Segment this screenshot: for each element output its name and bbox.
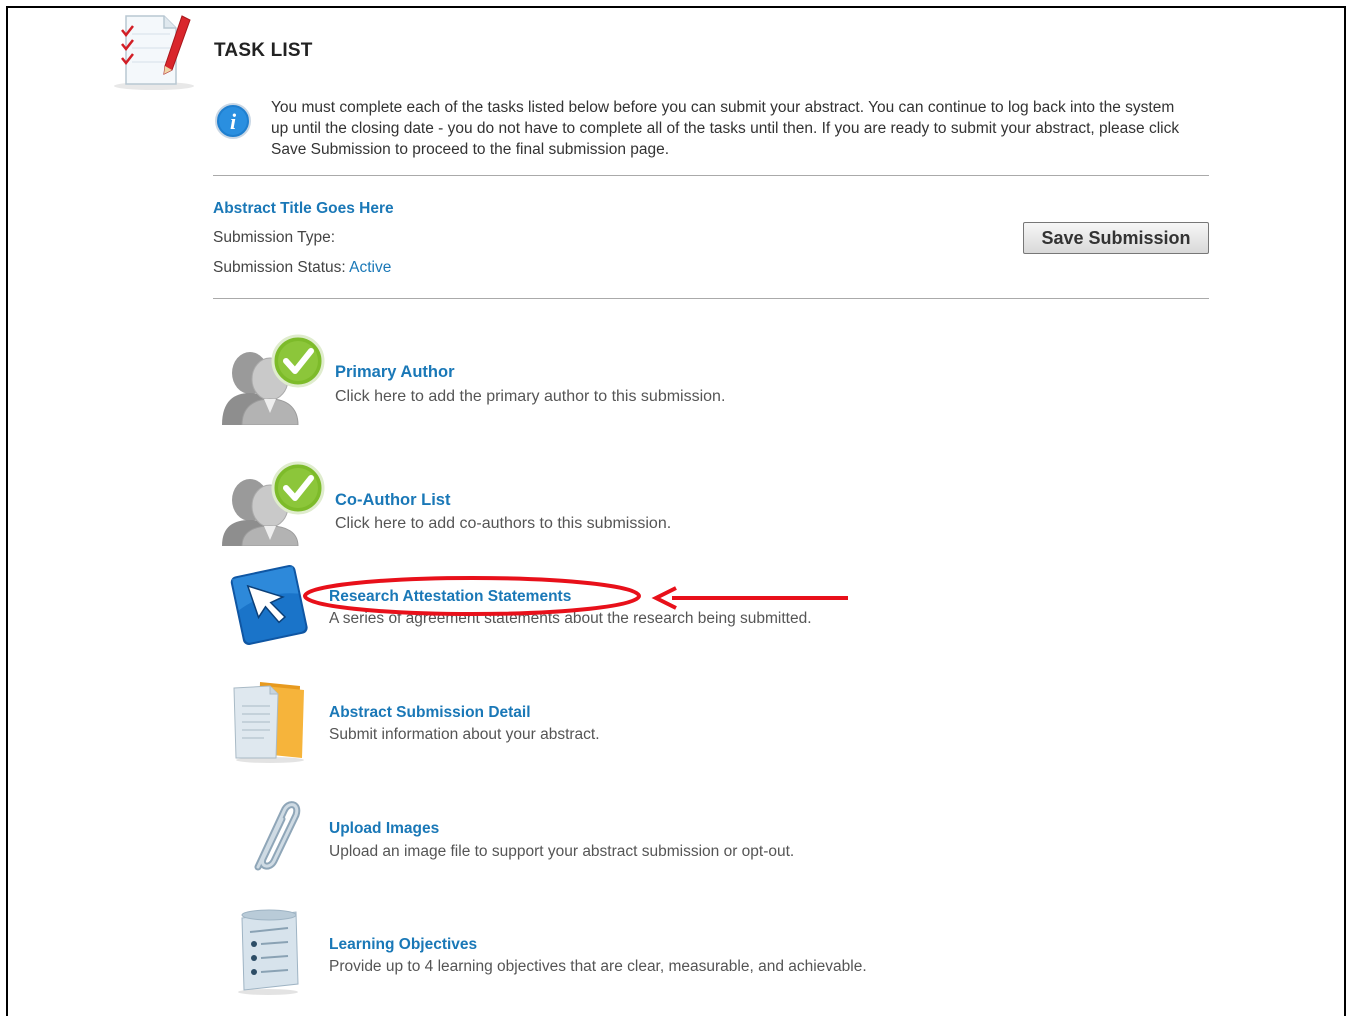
- documents-folder-icon: [233, 682, 304, 763]
- submission-status-value: Active: [349, 259, 392, 276]
- task-title[interactable]: Research Attestation Statements: [329, 588, 571, 606]
- task-description: A series of agreement statements about t…: [329, 610, 812, 627]
- task-description: Submit information about your abstract.: [329, 726, 600, 743]
- page-title: TASK LIST: [214, 40, 313, 61]
- task-title[interactable]: Primary Author: [335, 363, 455, 382]
- info-icon: i: [215, 103, 251, 139]
- authors-check-icon: [222, 334, 325, 425]
- task-title[interactable]: Abstract Submission Detail: [329, 704, 531, 722]
- task-title[interactable]: Co-Author List: [335, 491, 450, 510]
- cursor-arrow-icon: [230, 564, 308, 645]
- submission-status: Submission Status: Active: [213, 259, 391, 277]
- svg-text:i: i: [230, 109, 237, 134]
- task-description: Click here to add co-authors to this sub…: [335, 515, 672, 532]
- task-checklist-icon: [114, 15, 194, 90]
- divider: [213, 175, 1209, 176]
- submission-type: Submission Type:: [213, 229, 335, 247]
- paperclip-icon: [254, 801, 301, 871]
- info-message: You must complete each of the tasks list…: [271, 99, 1180, 158]
- authors-check-icon: [222, 461, 325, 546]
- task-description: Provide up to 4 learning objectives that…: [329, 958, 867, 975]
- task-title[interactable]: Learning Objectives: [329, 936, 477, 954]
- submission-status-label: Submission Status:: [213, 259, 346, 276]
- task-title[interactable]: Upload Images: [329, 820, 439, 838]
- divider: [213, 298, 1209, 299]
- scroll-list-icon: [238, 909, 299, 995]
- save-submission-button[interactable]: Save Submission: [1023, 222, 1209, 254]
- abstract-title[interactable]: Abstract Title Goes Here: [213, 200, 394, 218]
- task-description: Upload an image file to support your abs…: [329, 843, 795, 860]
- task-description: Click here to add the primary author to …: [335, 388, 726, 405]
- submission-type-label: Submission Type:: [213, 229, 336, 246]
